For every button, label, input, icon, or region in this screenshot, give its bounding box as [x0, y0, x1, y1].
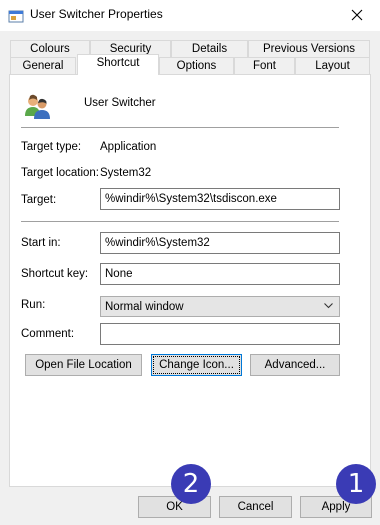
start-in-label: Start in: — [21, 237, 61, 249]
tab-general[interactable]: General — [10, 57, 76, 74]
close-button[interactable] — [334, 0, 380, 30]
target-location-label: Target location: — [21, 167, 99, 179]
tab-shortcut[interactable]: Shortcut — [77, 54, 159, 75]
tab-font[interactable]: Font — [234, 57, 295, 74]
users-icon — [25, 94, 50, 119]
target-label: Target: — [21, 194, 57, 206]
change-icon-button[interactable]: Change Icon... — [151, 354, 242, 376]
change-icon-button-label: Change Icon... — [153, 356, 240, 374]
run-dropdown[interactable]: Normal window — [100, 296, 340, 317]
annotation-badge-2: 2 — [171, 464, 211, 504]
target-type-label: Target type: — [21, 141, 82, 153]
shortcut-key-field[interactable]: None — [100, 263, 340, 285]
open-file-location-button[interactable]: Open File Location — [25, 354, 142, 376]
close-icon — [351, 9, 363, 21]
window-app-icon — [8, 10, 24, 23]
app-name: User Switcher — [84, 97, 156, 109]
target-type-value: Application — [100, 141, 157, 153]
advanced-button[interactable]: Advanced... — [250, 354, 340, 376]
target-location-value: System32 — [100, 167, 152, 179]
tab-options[interactable]: Options — [159, 57, 234, 74]
target-field[interactable]: %windir%\System32\tsdiscon.exe — [100, 188, 340, 210]
separator — [21, 221, 339, 222]
comment-label: Comment: — [21, 328, 75, 340]
chevron-down-icon — [324, 303, 333, 309]
shortcut-key-label: Shortcut key: — [21, 268, 89, 280]
run-dropdown-value: Normal window — [105, 301, 184, 313]
start-in-field[interactable]: %windir%\System32 — [100, 232, 340, 254]
annotation-badge-1: 1 — [336, 464, 376, 504]
tab-layout[interactable]: Layout — [295, 57, 370, 74]
run-label: Run: — [21, 299, 46, 311]
comment-field[interactable] — [100, 323, 340, 345]
cancel-button[interactable]: Cancel — [219, 496, 292, 518]
title-bar: User Switcher Properties — [0, 0, 380, 31]
separator — [21, 127, 339, 128]
window-title: User Switcher Properties — [30, 7, 163, 21]
tab-details[interactable]: Details — [171, 40, 248, 57]
tab-previous-versions[interactable]: Previous Versions — [248, 40, 370, 57]
